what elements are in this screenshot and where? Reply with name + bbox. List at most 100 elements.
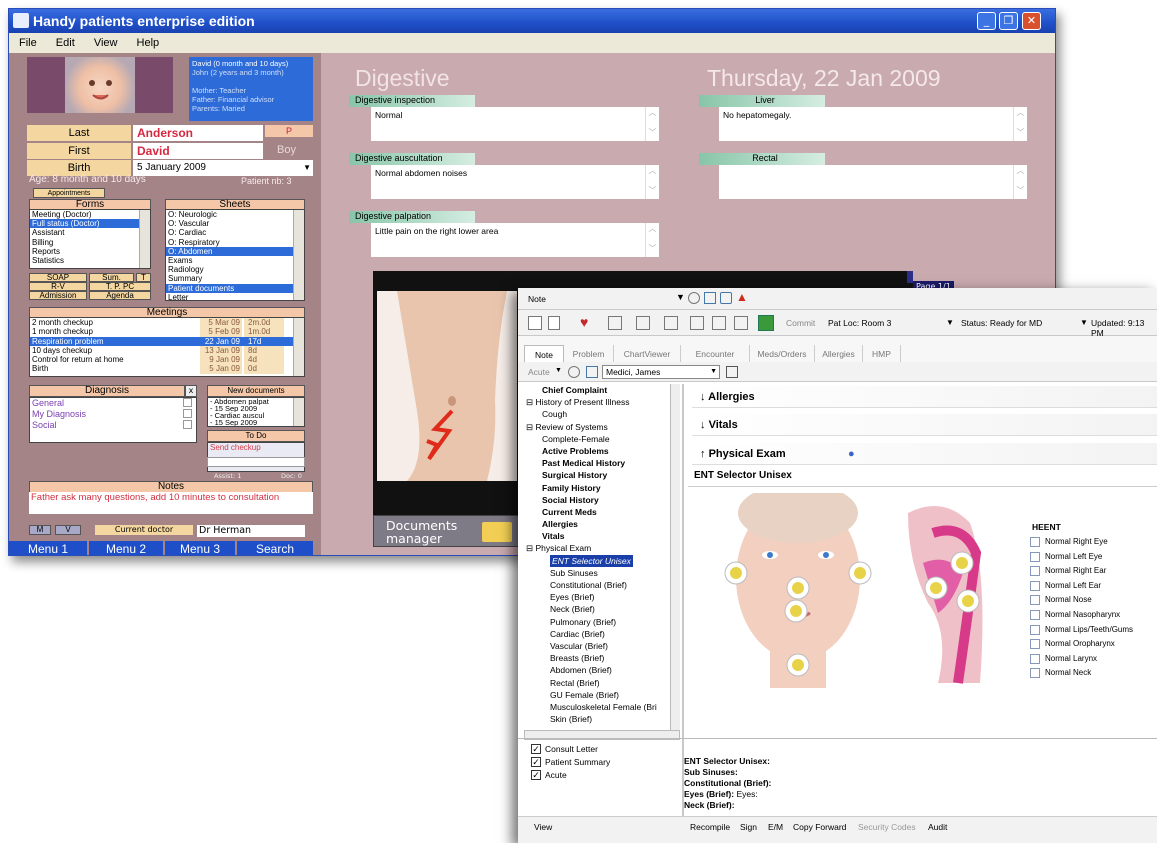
footer-em-button[interactable]: E/M (768, 821, 783, 833)
physical-exam-section[interactable]: ↑ Physical Exam ● (692, 443, 1157, 465)
family-line[interactable]: John (2 years and 3 month) (192, 68, 310, 77)
checkbox[interactable] (183, 409, 192, 418)
tab-allergies[interactable]: Allergies (815, 345, 863, 363)
diagnosis-item[interactable]: General (32, 398, 196, 409)
allergies-section[interactable]: ↓ Allergies (692, 386, 1157, 408)
tree-item[interactable]: Chief Complaint (524, 384, 684, 396)
checkbox[interactable] (1030, 610, 1040, 620)
tree-item[interactable]: Vascular (Brief) (524, 640, 684, 652)
soap-button[interactable]: SOAP (29, 273, 87, 282)
tree-item[interactable]: Allergies (524, 518, 684, 530)
dropdown-arrow-icon[interactable]: ▼ (1080, 318, 1088, 327)
checkbox[interactable]: ✓ (531, 757, 541, 767)
sheet-item[interactable]: Exams (166, 256, 304, 265)
heent-checkbox-item[interactable]: Normal Nasopharynx (1030, 609, 1120, 622)
heent-checkbox-item[interactable]: Normal Oropharynx (1030, 638, 1115, 651)
print-icon[interactable] (568, 366, 580, 378)
footer-sign-button[interactable]: Sign (740, 821, 757, 833)
search-button[interactable]: Search (237, 541, 313, 555)
heent-checkbox-item[interactable]: Normal Lips/Teeth/Gums (1030, 624, 1133, 637)
sheet-item[interactable]: Summary (166, 274, 304, 283)
sheet-item[interactable]: O: Cardiac (166, 228, 304, 237)
expand-icon[interactable]: ↓ (700, 391, 706, 403)
tree-item[interactable]: Pulmonary (Brief) (524, 616, 684, 628)
scrollbar[interactable]: ︿ ﹀ (645, 223, 659, 257)
save-icon[interactable] (758, 315, 774, 331)
footer-copyforward-button[interactable]: Copy Forward (793, 821, 846, 833)
documents-manager-button[interactable]: Documents manager (373, 515, 521, 547)
first-name-field[interactable]: David (133, 143, 263, 159)
tree-item[interactable]: Complete-Female (524, 433, 684, 445)
tree-item[interactable]: Social History (524, 494, 684, 506)
checkbox[interactable] (1030, 668, 1040, 679)
close-icon[interactable]: ✕ (1022, 12, 1041, 30)
scrollbar[interactable]: ︿ ﹀ (645, 165, 659, 199)
tree-item[interactable]: Cardiac (Brief) (524, 628, 684, 640)
rectal-field[interactable]: ︿ ﹀ (719, 165, 1027, 199)
form-item[interactable]: Reports (30, 247, 150, 256)
tree-item[interactable]: Eyes (Brief) (524, 591, 684, 603)
heent-checkbox-item[interactable]: Normal Neck (1030, 667, 1091, 680)
checkbox[interactable] (183, 420, 192, 429)
tree-group[interactable]: ⊟ History of Present Illness (524, 396, 684, 408)
admission-button[interactable]: Admission (29, 291, 87, 300)
tree-item[interactable]: Musculoskeletal Female (Bri (524, 701, 684, 713)
menu-view[interactable]: View (94, 37, 118, 49)
meeting-row[interactable]: 10 days checkup 13 Jan 09 8d (30, 345, 304, 356)
meeting-row[interactable]: Respiration problem 22 Jan 09 17d (30, 336, 304, 346)
dropdown-arrow-icon[interactable]: ▼ (303, 160, 311, 176)
checkbox[interactable]: ✓ (531, 744, 541, 754)
diagnosis-item[interactable]: My Diagnosis (32, 409, 196, 420)
todo-item[interactable]: Send checkup (210, 443, 304, 452)
checkbox[interactable] (1030, 566, 1040, 577)
document-item[interactable]: - Abdomen palpat (208, 398, 304, 405)
grid-icon[interactable] (704, 292, 716, 304)
last-name-field[interactable]: Anderson (133, 125, 263, 141)
checkbox[interactable] (1030, 551, 1040, 562)
heent-checkbox-item[interactable]: Normal Left Eye (1030, 551, 1102, 564)
acute-filter[interactable]: Acute (528, 367, 550, 377)
tab-chartviewer[interactable]: ChartViewer (614, 345, 681, 363)
menu-1-button[interactable]: Menu 1 (9, 541, 87, 555)
current-doctor-field[interactable]: Dr Herman (197, 525, 305, 537)
birth-date-field[interactable]: 5 January 2009 ▼ (133, 160, 313, 176)
scrollbar[interactable] (139, 210, 150, 268)
digestive-inspection-field[interactable]: Normal ︿ ﹀ (371, 107, 659, 141)
sheet-item[interactable]: Patient documents (166, 283, 304, 293)
agenda-button[interactable]: Agenda (89, 291, 151, 300)
tree-item[interactable]: Cough (524, 408, 684, 420)
tool-icon[interactable] (636, 316, 650, 330)
heart-icon[interactable]: ♥ (580, 314, 588, 330)
heent-checkbox-item[interactable]: Normal Left Ear (1030, 580, 1101, 593)
menu-3-button[interactable]: Menu 3 (165, 541, 235, 555)
vitals-section[interactable]: ↓ Vitals (692, 414, 1157, 436)
checkbox[interactable]: ✓ (531, 770, 541, 780)
notes-text[interactable]: Father ask many questions, add 10 minute… (29, 492, 313, 514)
tab-note[interactable]: Note (524, 345, 564, 363)
dropdown-arrow-icon[interactable]: ▼ (946, 318, 954, 327)
doc-icon[interactable] (548, 316, 560, 330)
digestive-palpation-field[interactable]: Little pain on the right lower area ︿ ﹀ (371, 223, 659, 257)
menu-edit[interactable]: Edit (56, 37, 75, 49)
checkbox[interactable] (1030, 595, 1040, 606)
menu-file[interactable]: File (19, 37, 37, 49)
meeting-row[interactable]: Birth 5 Jan 09 0d (30, 364, 304, 374)
footer-recompile-button[interactable]: Recompile (690, 821, 730, 833)
p-button[interactable]: P (265, 125, 313, 137)
minimize-icon[interactable]: _ (977, 12, 996, 30)
heent-checkbox-item[interactable]: Normal Larynx (1030, 653, 1097, 666)
form-item[interactable]: Assistant (30, 228, 150, 237)
document-item[interactable]: - Cardiac auscul (208, 412, 304, 419)
sheet-item[interactable]: O: Abdomen (166, 246, 304, 257)
diagnosis-close-button[interactable]: x (185, 385, 197, 397)
tab-hmp[interactable]: HMP (863, 345, 901, 363)
sheet-item[interactable]: O: Respiratory (166, 238, 304, 247)
liver-field[interactable]: No hepatomegaly. ︿ ﹀ (719, 107, 1027, 141)
ent-anatomy-illustration[interactable] (718, 493, 1038, 688)
commit-button[interactable]: Commit (786, 318, 815, 328)
tree-item[interactable]: Vitals (524, 530, 684, 542)
expand-icon[interactable]: ↓ (700, 419, 706, 431)
heent-checkbox-item[interactable]: Normal Right Eye (1030, 536, 1108, 549)
t-button[interactable]: T (136, 273, 151, 282)
provider-select[interactable]: Medici, James ▼ (602, 365, 720, 379)
